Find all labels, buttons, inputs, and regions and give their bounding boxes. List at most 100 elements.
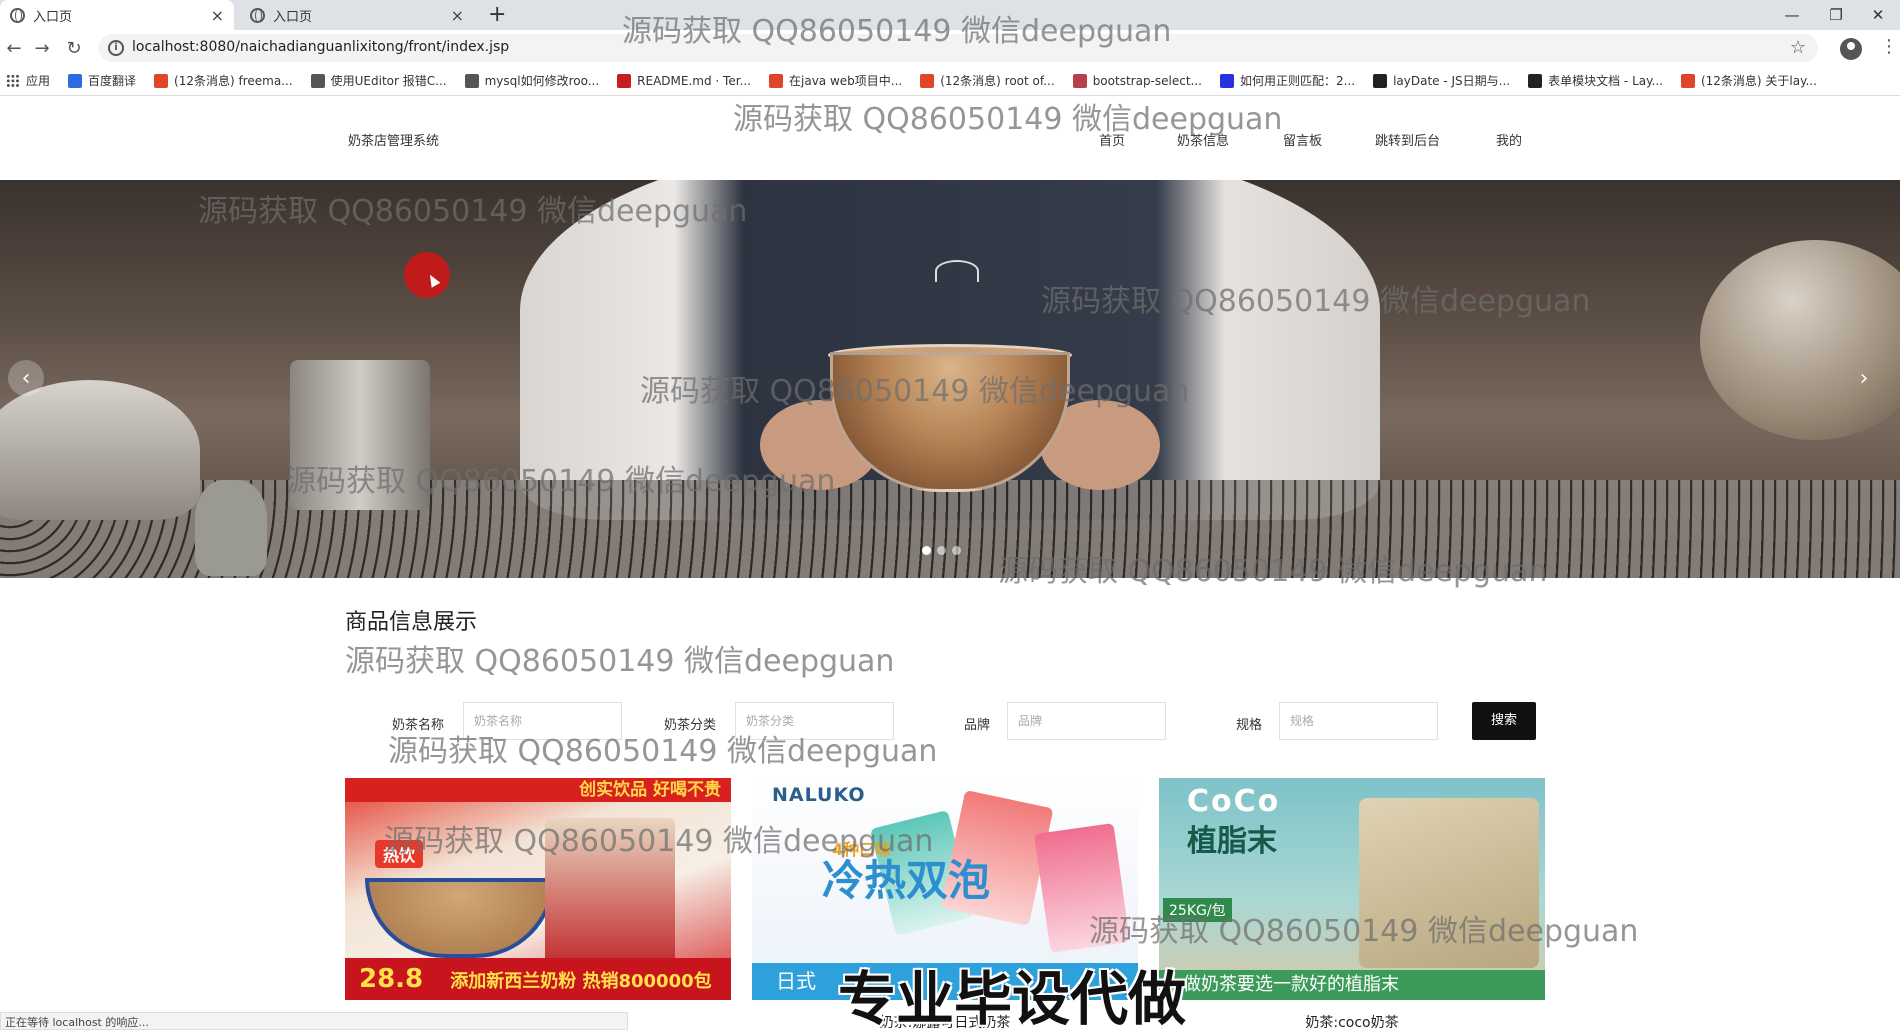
- product-image[interactable]: 创实饮品 好喝不贵 热饮 28.8 添加新西兰奶粉 热销800000包: [345, 778, 731, 1000]
- url-text[interactable]: localhost:8080/naichadianguanlixitong/fr…: [132, 39, 509, 55]
- brand-input[interactable]: 品牌: [1007, 702, 1166, 740]
- nav-mine[interactable]: 我的: [1496, 130, 1522, 149]
- bookmark-item[interactable]: (12条消息) 关于lay...: [1680, 72, 1817, 89]
- bookmark-item[interactable]: 在java web项目中...: [769, 72, 902, 89]
- section-title: 商品信息展示: [345, 610, 478, 635]
- gitee-icon: [617, 73, 632, 88]
- product-image-text: 添加新西兰奶粉 热销800000包: [450, 971, 712, 992]
- banner-carousel[interactable]: ‹ ›: [0, 180, 1900, 578]
- nav-go-to-admin[interactable]: 跳转到后台: [1375, 130, 1440, 149]
- browser-tab-2[interactable]: 入口页 ×: [240, 0, 474, 30]
- bookmark-item[interactable]: 使用UEditor 报错C...: [310, 72, 447, 89]
- forward-button[interactable]: →: [28, 34, 56, 62]
- csdn-icon: [154, 73, 169, 88]
- bookmark-item[interactable]: 应用: [6, 72, 50, 89]
- bookmark-item[interactable]: 百度翻译: [68, 72, 136, 89]
- carousel-dot[interactable]: [937, 546, 946, 555]
- nav-home[interactable]: 首页: [1099, 130, 1125, 149]
- carousel-dot[interactable]: [952, 546, 961, 555]
- bookmark-item[interactable]: README.md · Ter...: [617, 73, 751, 88]
- bookmark-label: (12条消息) 关于lay...: [1700, 74, 1817, 88]
- product-image-cup: [365, 878, 555, 958]
- link-icon: [464, 73, 479, 88]
- restore-button[interactable]: ❐: [1814, 0, 1858, 30]
- browser-toolbar: ← → ↻ i localhost:8080/naichadianguanlix…: [0, 30, 1900, 66]
- product-image-text: NALUKO: [772, 784, 866, 806]
- bookmark-label: README.md · Ter...: [637, 73, 751, 88]
- bookmark-item[interactable]: bootstrap-select...: [1072, 73, 1202, 88]
- watermark-text: 源码获取 QQ86050149 微信deepguan: [345, 644, 895, 679]
- account-icon[interactable]: [1840, 38, 1862, 60]
- address-bar[interactable]: i localhost:8080/naichadianguanlixitong/…: [98, 34, 1818, 62]
- product-image[interactable]: CoCo 植脂末 25KG/包 做奶茶要选一款好的植脂末: [1159, 778, 1545, 1000]
- banner-photo-tin: [290, 360, 430, 510]
- bookmark-star-icon[interactable]: ☆: [1790, 37, 1806, 58]
- layui-icon: [1373, 73, 1388, 88]
- info-icon[interactable]: i: [108, 40, 124, 56]
- csdn-icon: [769, 73, 783, 88]
- bookmark-label: layDate - JS日期与...: [1393, 74, 1511, 88]
- apps-icon: [6, 73, 20, 88]
- product-name[interactable]: 奶茶:coco奶茶: [1159, 1012, 1545, 1032]
- product-image-bag: [545, 818, 675, 968]
- bookmark-label: 百度翻译: [88, 74, 137, 88]
- browser-menu-icon[interactable]: ⋮: [1880, 36, 1898, 57]
- carousel-dot[interactable]: [922, 546, 931, 555]
- new-tab-button[interactable]: +: [488, 2, 506, 27]
- apron-logo-icon: [935, 260, 979, 282]
- bookmark-item[interactable]: (12条消息) freema...: [154, 72, 293, 89]
- banner-photo-counter: [0, 480, 1900, 578]
- product-image-pack: [1034, 823, 1130, 953]
- carousel-next-button[interactable]: ›: [1846, 360, 1882, 396]
- bookmark-label: mysql如何修改roo...: [484, 74, 600, 88]
- search-form: 奶茶名称 奶茶名称 奶茶分类 奶茶分类 品牌 品牌 规格 规格 搜索: [0, 700, 1900, 744]
- baidu-translate-icon: [68, 73, 83, 88]
- back-button[interactable]: ←: [0, 34, 28, 62]
- bookmark-item[interactable]: (12条消息) root of...: [920, 72, 1055, 89]
- banner-photo-kettle: [0, 380, 200, 520]
- site-brand[interactable]: 奶茶店管理系统: [348, 130, 439, 149]
- bookmark-label: (12条消息) root of...: [940, 74, 1055, 88]
- spec-label: 规格: [1236, 718, 1263, 733]
- product-image-text: 热饮: [375, 840, 424, 868]
- brand-label: 品牌: [964, 718, 991, 733]
- bookmark-item[interactable]: 表单模块文档 - Lay...: [1528, 72, 1663, 89]
- name-label: 奶茶名称: [392, 718, 445, 733]
- reload-button[interactable]: ↻: [60, 34, 88, 62]
- close-tab-icon[interactable]: ×: [451, 6, 464, 25]
- close-window-button[interactable]: ✕: [1856, 0, 1900, 30]
- bookmark-label: (12条消息) freema...: [174, 74, 293, 88]
- nav-milk-tea-info[interactable]: 奶茶信息: [1177, 130, 1229, 149]
- close-tab-icon[interactable]: ×: [211, 6, 224, 25]
- minimize-button[interactable]: —: [1770, 0, 1814, 30]
- banner-photo-jar: [1700, 240, 1900, 440]
- csdn-icon: [920, 73, 935, 88]
- name-input[interactable]: 奶茶名称: [463, 702, 622, 740]
- site-header: 奶茶店管理系统 首页 奶茶信息 留言板 跳转到后台 我的: [0, 96, 1900, 180]
- globe-icon: [250, 7, 265, 23]
- search-button[interactable]: 搜索: [1472, 702, 1536, 740]
- product-image-text: 28.8 添加新西兰奶粉 热销800000包: [345, 958, 731, 1000]
- bookmark-item[interactable]: 如何用正则匹配：2...: [1219, 72, 1356, 89]
- bookmark-label: 如何用正则匹配：2...: [1239, 74, 1356, 88]
- carousel-indicators: [922, 546, 961, 555]
- bookmark-item[interactable]: mysql如何修改roo...: [464, 72, 600, 89]
- product-price-text: 28.8: [359, 964, 424, 994]
- bookmark-label: 表单模块文档 - Lay...: [1548, 74, 1663, 88]
- browser-tab-1[interactable]: 入口页 ×: [0, 0, 234, 30]
- bookmark-label: bootstrap-select...: [1092, 73, 1202, 88]
- bookmark-item[interactable]: layDate - JS日期与...: [1373, 72, 1510, 89]
- mouse-cursor-highlight: [404, 252, 450, 298]
- link-icon: [310, 73, 325, 88]
- product-image-text: 25KG/包: [1163, 898, 1232, 922]
- baidu-icon: [1219, 73, 1234, 88]
- carousel-prev-button[interactable]: ‹: [8, 360, 44, 396]
- banner-photo-vase: [195, 480, 267, 576]
- browser-status-bar: 正在等待 localhost 的响应...: [0, 1012, 628, 1030]
- category-label: 奶茶分类: [664, 718, 717, 733]
- bookmark-label: 使用UEditor 报错C...: [330, 74, 447, 88]
- category-input[interactable]: 奶茶分类: [735, 702, 894, 740]
- bookmarks-bar: 应用 百度翻译 (12条消息) freema... 使用UEditor 报错C... m…: [0, 66, 1900, 96]
- spec-input[interactable]: 规格: [1279, 702, 1438, 740]
- nav-message-board[interactable]: 留言板: [1283, 130, 1322, 149]
